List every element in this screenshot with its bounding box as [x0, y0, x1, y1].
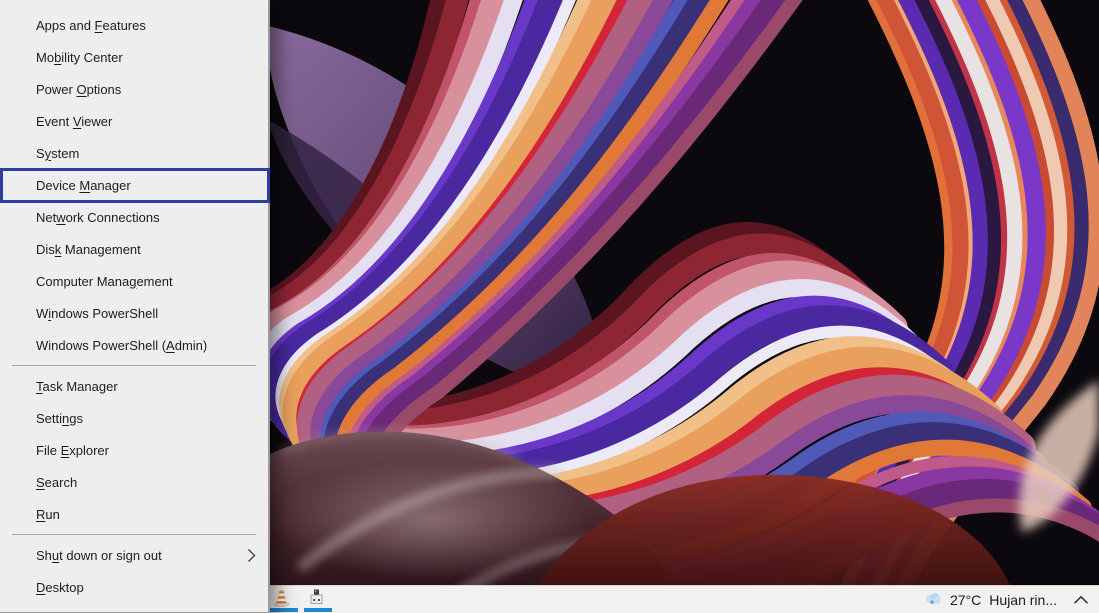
menu-item-label: System: [36, 146, 79, 161]
menu-item-file-explorer[interactable]: File Explorer: [0, 434, 268, 466]
chevron-up-icon: [1073, 595, 1089, 605]
menu-item-label: Shut down or sign out: [36, 548, 162, 563]
usb-device-icon: [307, 588, 326, 607]
weather-widget[interactable]: 27°C Hujan rin...: [919, 586, 1061, 613]
weather-rain-icon: [923, 591, 942, 608]
chevron-right-icon: [247, 548, 256, 563]
menu-item-label: Mobility Center: [36, 50, 123, 65]
menu-item-mobility-center[interactable]: Mobility Center: [0, 41, 268, 73]
menu-item-desktop[interactable]: Desktop: [0, 571, 268, 603]
tray-weather-text: Hujan rin...: [989, 592, 1057, 608]
menu-item-windows-powershell-admin[interactable]: Windows PowerShell (Admin): [0, 329, 268, 361]
taskbar-app-indicator: [304, 608, 332, 612]
menu-item-label: Disk Management: [36, 242, 141, 257]
taskbar-app-usb-device[interactable]: [299, 587, 333, 608]
menu-item-apps-and-features[interactable]: Apps and Features: [0, 9, 268, 41]
menu-item-label: Windows PowerShell: [36, 306, 158, 321]
menu-item-label: Power Options: [36, 82, 121, 97]
system-tray: 27°C Hujan rin...: [919, 586, 1093, 613]
menu-separator: [12, 534, 256, 535]
menu-item-search[interactable]: Search: [0, 466, 268, 498]
menu-item-label: Device Manager: [36, 178, 131, 193]
menu-item-label: Desktop: [36, 580, 84, 595]
menu-item-event-viewer[interactable]: Event Viewer: [0, 105, 268, 137]
tray-show-hidden-icons-button[interactable]: [1069, 588, 1093, 612]
menu-item-system[interactable]: System: [0, 137, 268, 169]
menu-separator: [12, 365, 256, 366]
menu-item-power-options[interactable]: Power Options: [0, 73, 268, 105]
menu-item-label: Task Manager: [36, 379, 118, 394]
menu-item-label: File Explorer: [36, 443, 109, 458]
menu-item-network-connections[interactable]: Network Connections: [0, 201, 268, 233]
wallpaper-blob-sheen: [270, 460, 590, 580]
menu-item-label: Event Viewer: [36, 114, 112, 129]
menu-item-settings[interactable]: Settings: [0, 402, 268, 434]
menu-item-label: Network Connections: [36, 210, 160, 225]
menu-item-label: Run: [36, 507, 60, 522]
menu-item-label: Settings: [36, 411, 83, 426]
winx-menu: Apps and Features Mobility Center Power Op…: [0, 0, 270, 613]
menu-item-disk-management[interactable]: Disk Management: [0, 233, 268, 265]
menu-item-run[interactable]: Run: [0, 498, 268, 530]
taskbar-app-indicator: [270, 608, 298, 612]
menu-item-label: Search: [36, 475, 77, 490]
desktop-screen: 27°C Hujan rin... Apps and Features Mobil…: [0, 0, 1099, 613]
menu-item-task-manager[interactable]: Task Manager: [0, 370, 268, 402]
menu-item-shut-down-or-sign-out[interactable]: Shut down or sign out: [0, 539, 268, 571]
menu-item-label: Computer Management: [36, 274, 173, 289]
menu-item-computer-management[interactable]: Computer Management: [0, 265, 268, 297]
menu-item-windows-powershell[interactable]: Windows PowerShell: [0, 297, 268, 329]
vlc-cone-icon: [272, 588, 291, 607]
tray-temperature: 27°C: [950, 592, 981, 608]
menu-item-label: Windows PowerShell (Admin): [36, 338, 207, 353]
menu-item-label: Apps and Features: [36, 18, 146, 33]
menu-item-device-manager[interactable]: Device Manager: [0, 169, 268, 201]
